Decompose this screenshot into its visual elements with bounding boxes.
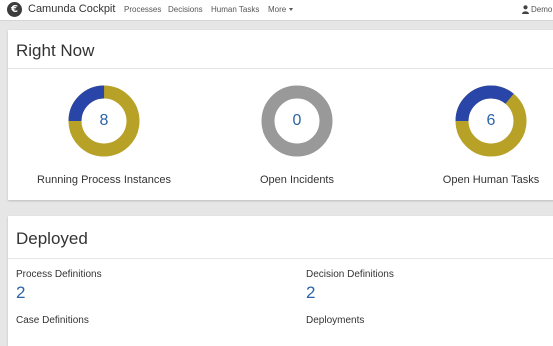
stat-value[interactable]: 8 — [68, 111, 140, 131]
stat-value[interactable]: 0 — [261, 111, 333, 131]
nav-processes[interactable]: Processes — [124, 5, 161, 15]
nav-more-label: More — [268, 5, 287, 14]
decision-definitions-count[interactable]: 2 — [306, 283, 315, 303]
process-definitions-count[interactable]: 2 — [16, 283, 25, 303]
process-definitions-label[interactable]: Process Definitions — [16, 269, 102, 281]
chevron-down-icon — [289, 8, 294, 11]
user-icon — [522, 5, 529, 14]
decision-definitions-label[interactable]: Decision Definitions — [306, 269, 394, 281]
app-brand[interactable]: Camunda Cockpit — [28, 3, 115, 16]
case-definitions-label[interactable]: Case Definitions — [16, 315, 89, 327]
deployed-panel: Deployed Process Definitions 2 Decision … — [8, 216, 553, 346]
stat-label: Running Process Instances — [37, 174, 171, 186]
stat-open-incidents[interactable]: 0 Open Incidents — [207, 30, 387, 200]
nav-more-dropdown[interactable]: More — [268, 5, 294, 15]
nav-decisions[interactable]: Decisions — [168, 5, 203, 15]
stat-open-human-tasks[interactable]: 6 Open Human Tasks — [401, 30, 553, 200]
stat-running-process-instances[interactable]: 8 Running Process Instances — [14, 30, 194, 200]
camunda-logo-icon[interactable]: € — [7, 2, 22, 17]
stat-value[interactable]: 6 — [455, 111, 527, 131]
deployments-label[interactable]: Deployments — [306, 315, 364, 327]
deployed-title: Deployed — [16, 229, 88, 248]
top-navbar: € Camunda Cockpit Processes Decisions Hu… — [0, 0, 553, 21]
stat-label: Open Incidents — [260, 174, 334, 186]
nav-human-tasks[interactable]: Human Tasks — [211, 5, 259, 15]
right-now-panel: Right Now 8 Running Process Instances 0 … — [8, 30, 553, 200]
stat-label: Open Human Tasks — [442, 174, 540, 186]
panel-divider — [8, 258, 553, 259]
user-menu[interactable]: Demo — [531, 5, 552, 15]
